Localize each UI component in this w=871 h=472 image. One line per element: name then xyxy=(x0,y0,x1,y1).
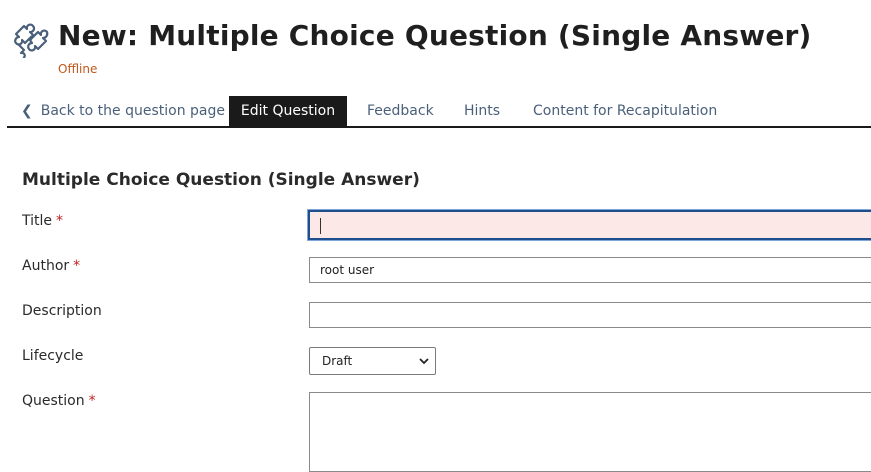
question-label-text: Question xyxy=(22,393,85,409)
lifecycle-select[interactable]: Draft xyxy=(309,347,436,375)
section-title: Multiple Choice Question (Single Answer) xyxy=(22,170,420,190)
question-textarea[interactable] xyxy=(309,392,871,472)
required-mark: * xyxy=(88,393,96,409)
author-label: Author * xyxy=(22,258,80,274)
question-label: Question * xyxy=(22,393,96,409)
puzzle-icon xyxy=(14,23,49,58)
back-link[interactable]: ❮ Back to the question page xyxy=(21,96,225,126)
tab-hints[interactable]: Hints xyxy=(464,96,500,126)
page-header: New: Multiple Choice Question (Single An… xyxy=(10,14,812,58)
tab-bar: ❮ Back to the question page Edit Question… xyxy=(7,96,871,128)
required-mark: * xyxy=(73,258,81,274)
chevron-left-icon: ❮ xyxy=(21,103,33,119)
lifecycle-label: Lifecycle xyxy=(22,348,84,364)
chevron-down-icon xyxy=(419,358,429,365)
tab-content-for-recapitulation[interactable]: Content for Recapitulation xyxy=(533,96,717,126)
title-label-text: Title xyxy=(22,213,53,229)
required-mark: * xyxy=(56,213,64,229)
status-badge: Offline xyxy=(58,62,98,76)
author-input[interactable]: root user xyxy=(309,257,871,283)
tab-edit-question[interactable]: Edit Question xyxy=(229,96,347,126)
page-title: New: Multiple Choice Question (Single An… xyxy=(58,19,812,52)
title-label: Title * xyxy=(22,213,63,229)
text-caret xyxy=(320,218,321,234)
description-input[interactable] xyxy=(309,302,871,328)
author-label-text: Author xyxy=(22,258,70,274)
description-label: Description xyxy=(22,303,102,319)
back-link-label: Back to the question page xyxy=(40,103,226,119)
tab-feedback[interactable]: Feedback xyxy=(367,96,434,126)
title-input[interactable] xyxy=(308,210,871,240)
lifecycle-select-value: Draft xyxy=(322,354,353,368)
author-input-value: root user xyxy=(320,263,375,277)
